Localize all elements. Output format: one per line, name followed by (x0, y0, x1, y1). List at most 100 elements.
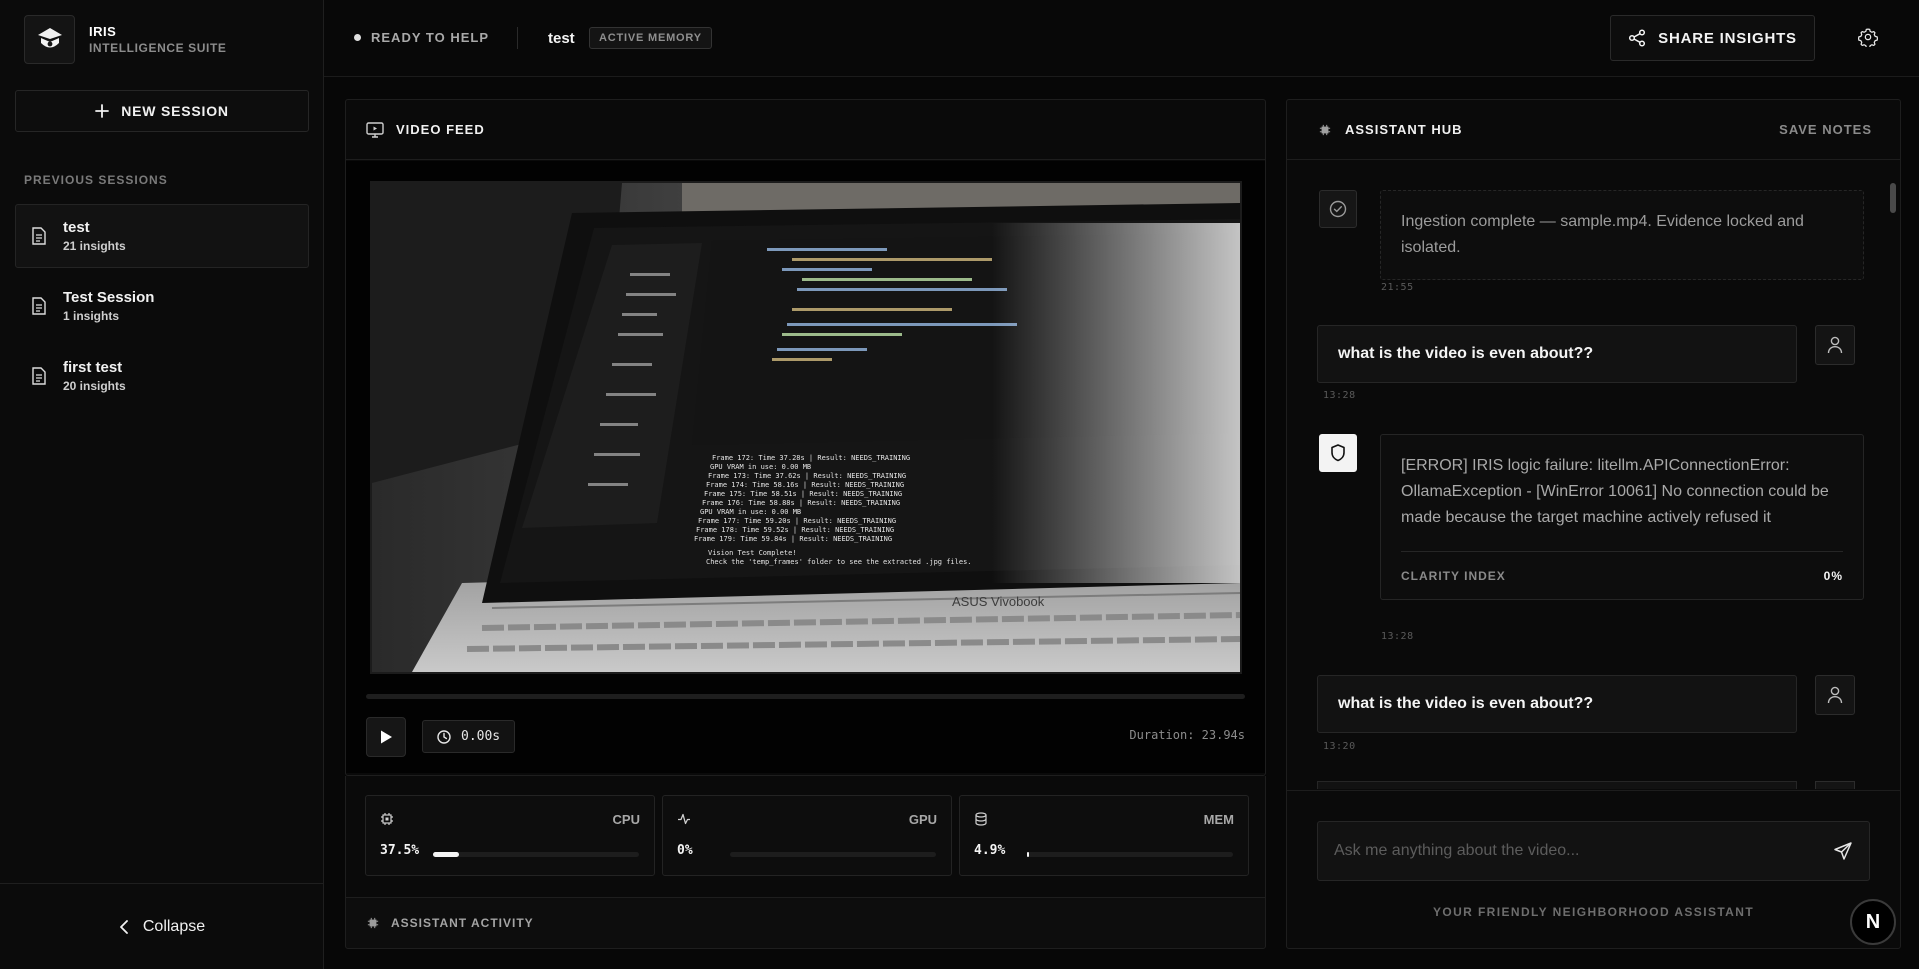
share-insights-button[interactable]: SHARE INSIGHTS (1610, 15, 1815, 61)
user-message: what is the video is even about?? (1317, 675, 1857, 733)
video-progress-bar[interactable] (366, 694, 1245, 699)
check-circle-icon (1329, 200, 1347, 218)
brand-subtitle: INTELLIGENCE SUITE (89, 41, 227, 55)
svg-text:Frame 177: Time 59.20s | Resul: Frame 177: Time 59.20s | Result: NEEDS_T… (698, 517, 896, 525)
message-timestamp: 13:20 (1323, 741, 1356, 752)
gpu-usage-bar (730, 852, 936, 857)
shield-icon (1331, 444, 1345, 462)
chevron-left-icon (119, 919, 128, 934)
sidebar: IRIS INTELLIGENCE SUITE NEW SESSION PREV… (0, 0, 324, 969)
user-message: what is the video is even about?? (1317, 325, 1857, 383)
user-icon (1827, 686, 1843, 704)
mem-usage-bar (1027, 852, 1233, 857)
session-item-first-test[interactable]: first test 20 insights (15, 344, 309, 408)
assistant-message-text: [ERROR] IRIS logic failure: litellm.APIC… (1401, 457, 1829, 526)
assistant-avatar (1319, 434, 1357, 472)
assistant-hub-header: ASSISTANT HUB SAVE NOTES (1287, 100, 1900, 160)
video-frame[interactable]: Frame 172: Time 37.28s | Result: NEEDS_T… (370, 181, 1242, 674)
metric-label: CPU (612, 812, 640, 827)
chat-scroll-thumb[interactable] (1890, 183, 1896, 213)
video-player: Frame 172: Time 37.28s | Result: NEEDS_T… (346, 161, 1265, 773)
user-icon (1827, 336, 1843, 354)
monitor-play-icon (366, 121, 384, 138)
metric-label: MEM (1203, 812, 1234, 827)
session-title: first test (63, 359, 123, 376)
next-dev-badge[interactable]: N (1850, 899, 1896, 945)
collapse-button[interactable]: Collapse (0, 883, 324, 969)
cpu-icon (381, 813, 393, 825)
assistant-hub: ASSISTANT HUB SAVE NOTES Ingestion compl… (1286, 99, 1901, 949)
chat-composer: YOUR FRIENDLY NEIGHBORHOOD ASSISTANT (1287, 790, 1900, 948)
memory-badge: ACTIVE MEMORY (589, 27, 712, 49)
cpu-usage-fill (433, 852, 459, 857)
metric-label: GPU (908, 812, 937, 827)
cpu-icon (1319, 124, 1331, 135)
current-time-value: 0.00s (461, 729, 501, 744)
previous-sessions-heading: PREVIOUS SESSIONS (24, 173, 168, 187)
partial-avatar (1815, 781, 1855, 789)
gpu-metric-card: GPU 0% (662, 795, 952, 876)
assistant-tagline: YOUR FRIENDLY NEIGHBORHOOD ASSISTANT (1432, 905, 1755, 919)
share-insights-label: SHARE INSIGHTS (1658, 29, 1797, 47)
session-item-test-session[interactable]: Test Session 1 insights (15, 274, 309, 338)
assistant-message: [ERROR] IRIS logic failure: litellm.APIC… (1319, 434, 1864, 634)
system-metrics: CPU 37.5% GPU 0% MEM 4.9% (345, 776, 1266, 897)
svg-text:Vision Test Complete!: Vision Test Complete! (708, 549, 797, 557)
status-text: READY TO HELP (371, 30, 489, 45)
new-session-label: NEW SESSION (121, 103, 229, 119)
assistant-activity-panel[interactable]: ASSISTANT ACTIVITY (345, 897, 1266, 949)
play-button[interactable] (366, 717, 406, 757)
mem-usage-fill (1027, 852, 1030, 857)
video-panel: VIDEO FEED Frame 172: Time 37.28s | Resu… (345, 99, 1266, 776)
laptop-brand-text: ASUS Vivobook (952, 594, 1045, 609)
cpu-metric-card: CPU 37.5% (365, 795, 655, 876)
metric-value: 37.5% (380, 843, 420, 858)
current-time-display: 0.00s (422, 720, 516, 753)
chat-input-box (1317, 821, 1870, 881)
cpu-icon (367, 917, 379, 929)
chat-feed[interactable]: Ingestion complete — sample.mp4. Evidenc… (1287, 161, 1900, 789)
send-icon[interactable] (1833, 841, 1853, 861)
user-avatar (1815, 325, 1855, 365)
share-icon (1629, 29, 1646, 47)
divider (517, 27, 518, 49)
svg-text:Frame 172: Time 37.28s | Resul: Frame 172: Time 37.28s | Result: NEEDS_T… (712, 454, 910, 462)
session-title: Test Session (63, 289, 155, 306)
current-session-name: test (548, 30, 575, 47)
partial-message (1317, 781, 1797, 789)
svg-text:Check the 'temp_frames' folder: Check the 'temp_frames' folder to see th… (706, 558, 972, 566)
user-message-text: what is the video is even about?? (1317, 675, 1797, 733)
chat-scrollbar[interactable] (1890, 173, 1896, 783)
message-timestamp: 13:28 (1381, 631, 1414, 642)
settings-button[interactable] (1858, 27, 1878, 47)
clock-icon (437, 729, 451, 744)
svg-text:Frame 176: Time 58.88s | Resul: Frame 176: Time 58.88s | Result: NEEDS_T… (702, 499, 900, 507)
assistant-hub-title: ASSISTANT HUB (1345, 122, 1463, 137)
play-icon (381, 730, 392, 744)
save-notes-button[interactable]: SAVE NOTES (1779, 122, 1872, 137)
session-item-test[interactable]: test 21 insights (15, 204, 309, 268)
metric-value: 4.9% (974, 843, 1006, 858)
svg-text:Frame 173: Time 37.62s | Resul: Frame 173: Time 37.62s | Result: NEEDS_T… (708, 472, 906, 480)
new-session-button[interactable]: NEW SESSION (15, 90, 309, 132)
message-timestamp: 13:28 (1323, 390, 1356, 401)
chat-input[interactable] (1334, 842, 1804, 860)
assistant-message: Ingestion complete — sample.mp4. Evidenc… (1319, 190, 1864, 290)
session-title: test (63, 219, 90, 236)
clarity-index-label: CLARITY INDEX (1401, 568, 1506, 583)
mem-metric-card: MEM 4.9% (959, 795, 1249, 876)
svg-text:Frame 175: Time 58.51s | Resul: Frame 175: Time 58.51s | Result: NEEDS_T… (704, 490, 902, 498)
assistant-avatar (1319, 190, 1357, 228)
top-bar: READY TO HELP test ACTIVE MEMORY SHARE I… (324, 0, 1919, 77)
activity-icon (678, 813, 690, 825)
assistant-message-text: Ingestion complete — sample.mp4. Evidenc… (1380, 190, 1864, 280)
brand-name: IRIS (89, 24, 117, 39)
plus-icon (95, 104, 110, 118)
svg-text:Frame 174: Time 58.16s | Resul: Frame 174: Time 58.16s | Result: NEEDS_T… (706, 481, 904, 489)
status-indicator: READY TO HELP (354, 30, 489, 45)
status-dot (354, 34, 361, 41)
svg-text:Frame 179: Time 59.84s | Resul: Frame 179: Time 59.84s | Result: NEEDS_T… (694, 535, 892, 543)
user-message-text: what is the video is even about?? (1317, 325, 1797, 383)
gear-icon (1858, 28, 1878, 47)
assistant-message-bubble: [ERROR] IRIS logic failure: litellm.APIC… (1380, 434, 1864, 600)
